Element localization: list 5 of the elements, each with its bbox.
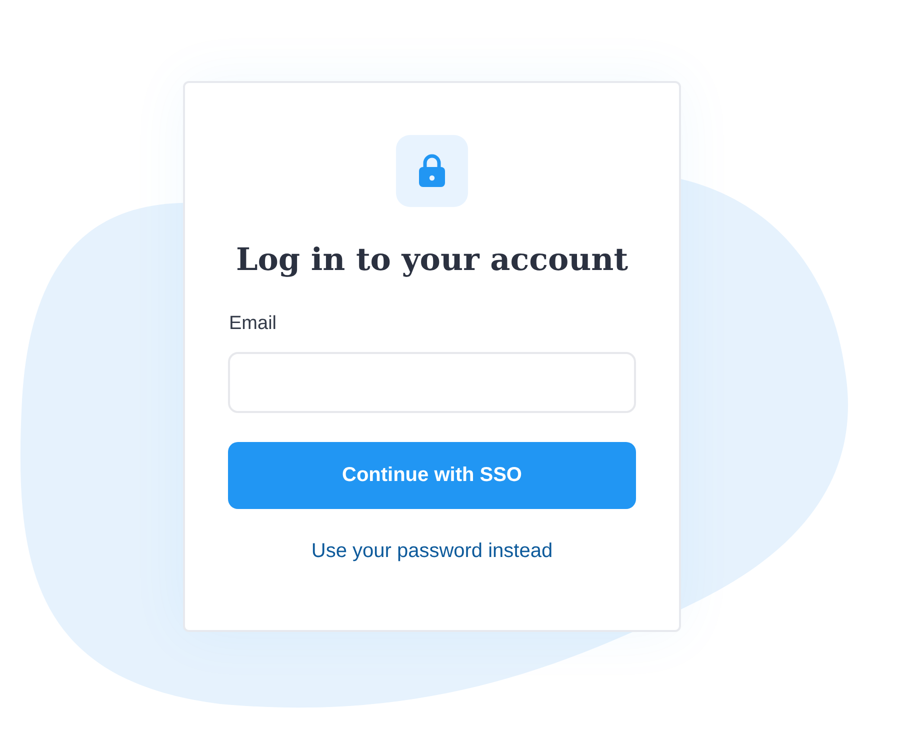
lock-icon [396,135,468,207]
email-label: Email [229,313,277,335]
password-link[interactable]: Use your password instead [311,540,553,563]
login-title: Log in to your account [236,241,628,280]
email-field[interactable] [228,352,636,413]
